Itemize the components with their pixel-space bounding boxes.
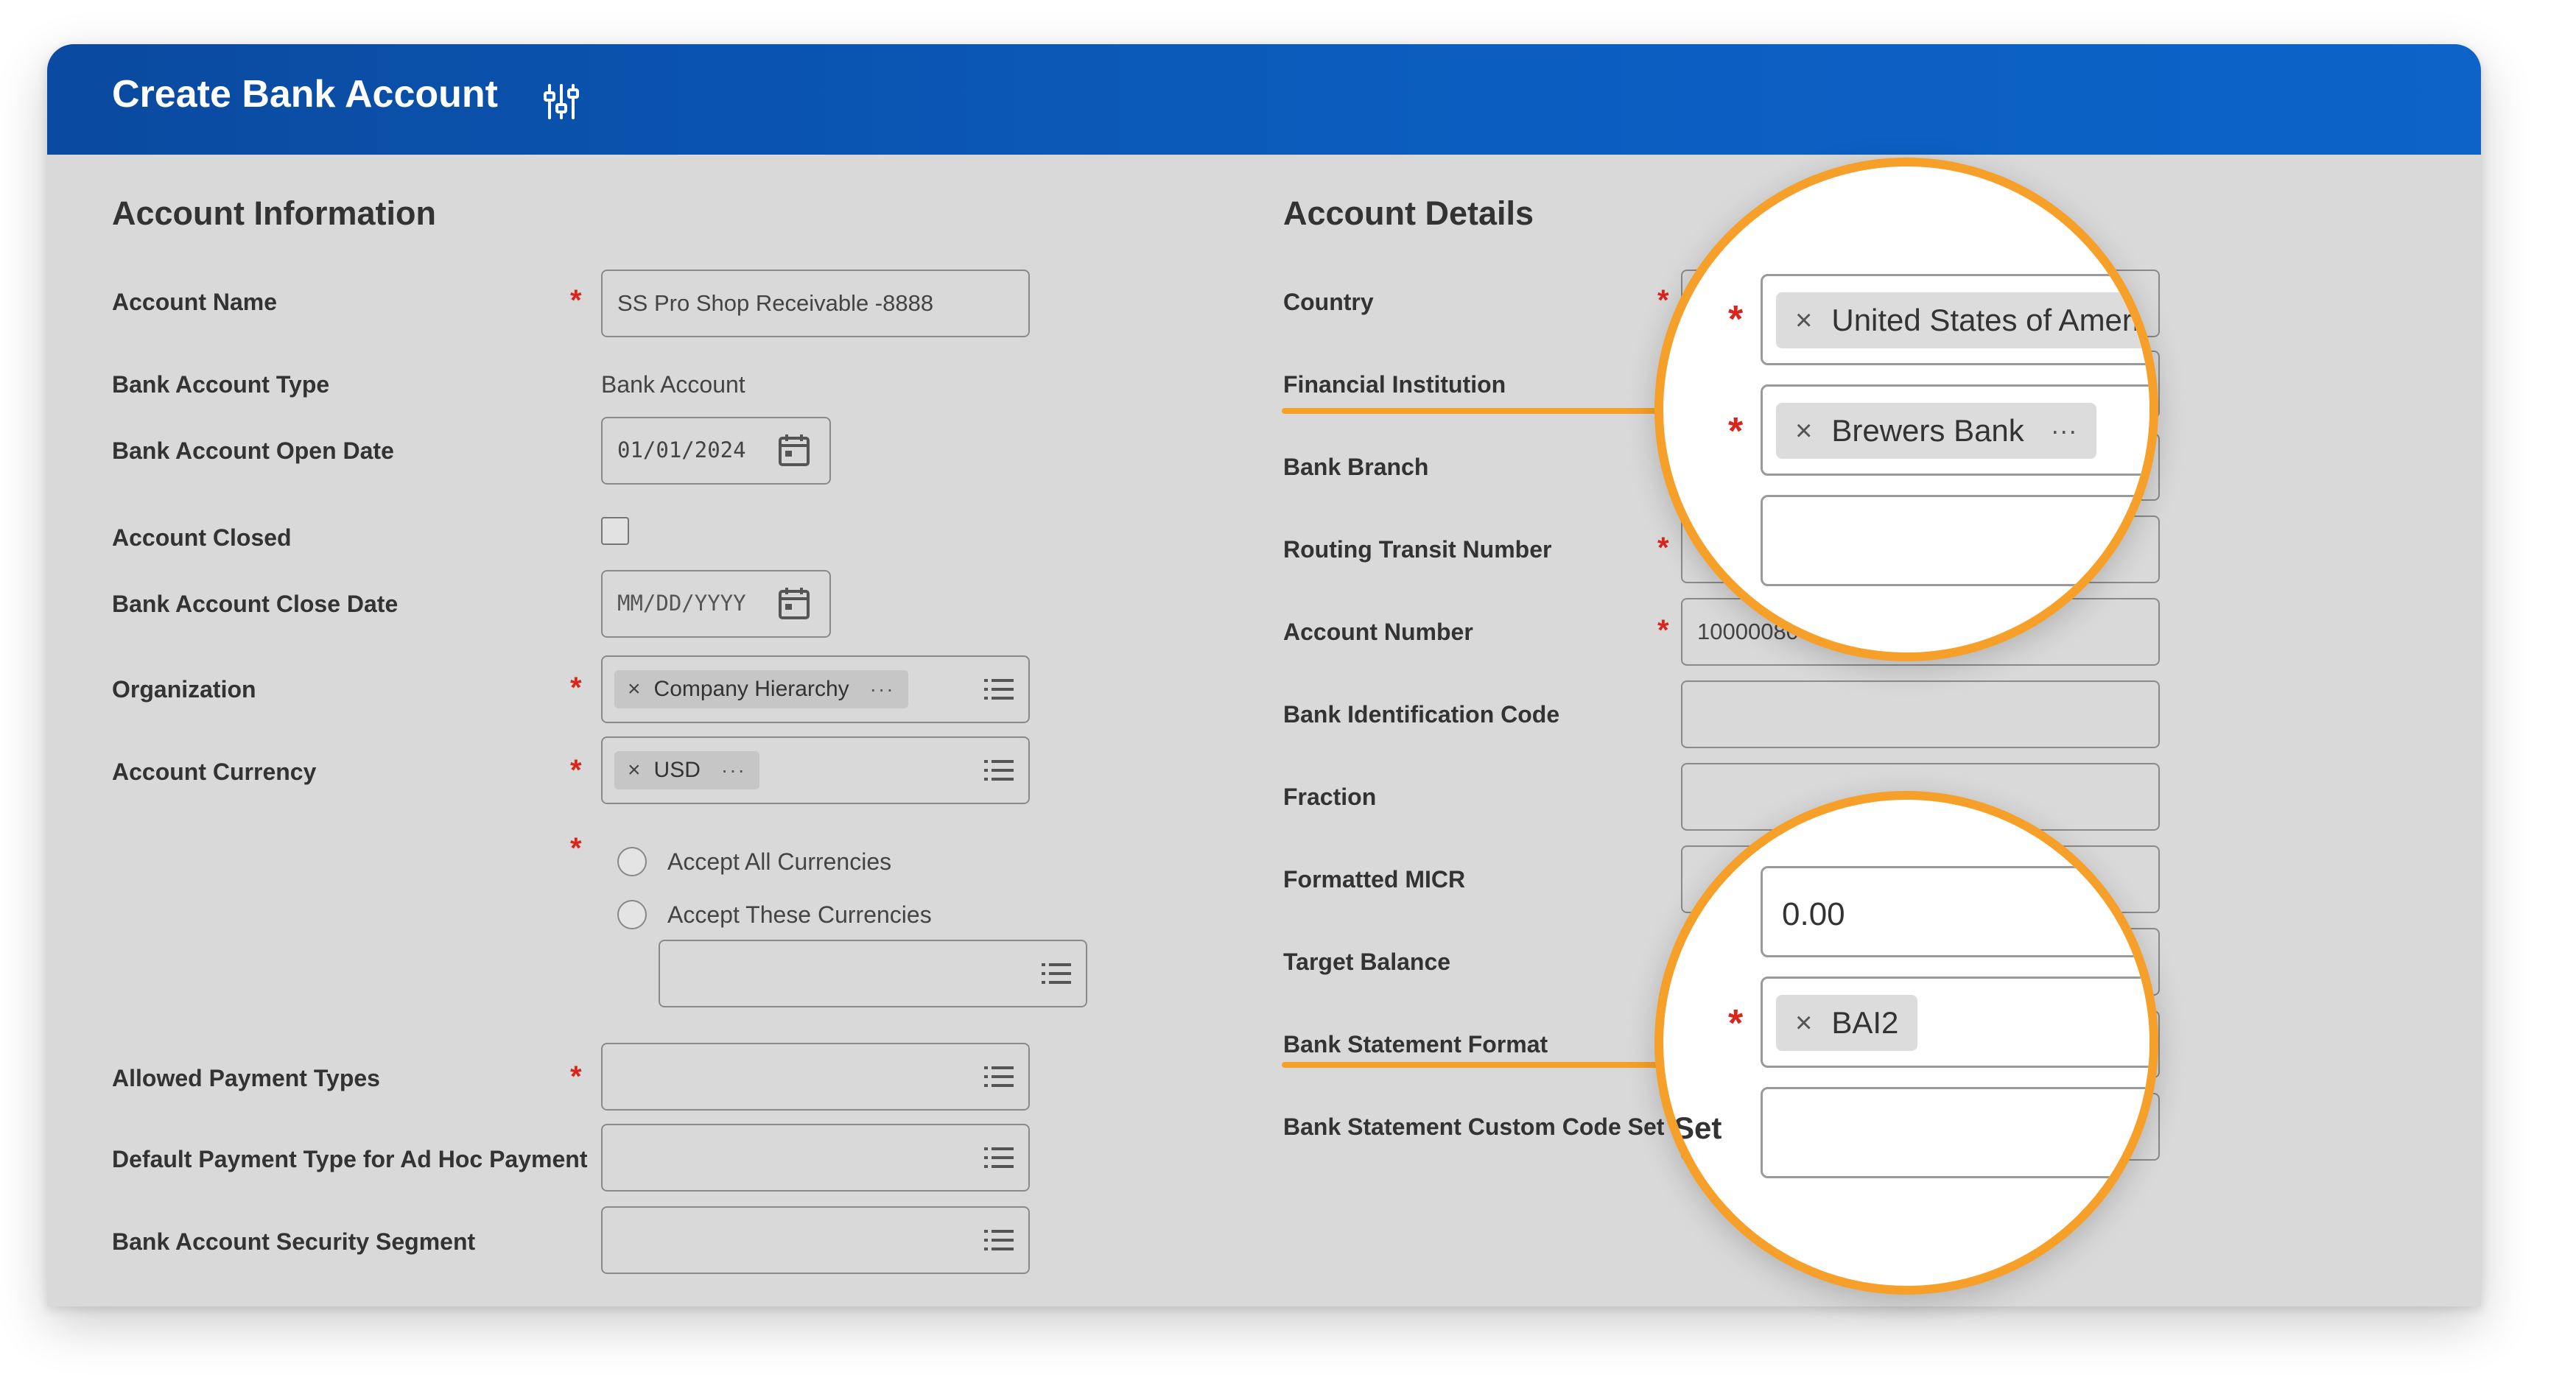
zoom-clipped-label: Set (1674, 1111, 1722, 1145)
security-segment-prompt[interactable] (601, 1206, 1030, 1274)
bank-account-type-value: Bank Account (601, 371, 745, 398)
list-icon[interactable] (984, 1065, 1014, 1088)
accept-these-currencies-prompt[interactable] (659, 940, 1087, 1007)
list-icon[interactable] (984, 1228, 1014, 1252)
zoom-bank-statement-format-prompt[interactable]: × BAI2 (1761, 977, 2149, 1068)
required-marker: * (570, 284, 582, 317)
organization-chip-label: Company Hierarchy (653, 677, 849, 701)
zoom-country-chip-label: United States of America (1831, 303, 2158, 337)
label-open-date: Bank Account Open Date (112, 437, 394, 464)
accept-these-currencies-radio[interactable] (617, 900, 647, 929)
label-default-payment-type: Default Payment Type for Ad Hoc Payment (112, 1146, 588, 1172)
zoom-institution-chip-label: Brewers Bank (1831, 413, 2024, 448)
list-icon[interactable] (984, 1146, 1014, 1169)
callout-line-financial-institution (1282, 408, 1665, 414)
callout-line-bank-statement-format (1282, 1062, 1665, 1068)
close-date-input[interactable]: MM/DD/YYYY (601, 570, 831, 638)
required-marker: * (1657, 614, 1669, 647)
allowed-payment-types-prompt[interactable] (601, 1043, 1030, 1111)
currency-chip[interactable]: × USD ··· (614, 751, 759, 789)
label-formatted-micr: Formatted MICR (1283, 866, 1466, 893)
required-marker: * (570, 754, 582, 787)
required-marker: * (570, 1060, 582, 1093)
accept-these-currencies-label: Accept These Currencies (667, 901, 932, 928)
remove-icon[interactable]: × (1795, 415, 1812, 448)
zoom-callout-bottom: Set 0.00 * × BAI2 (1654, 791, 2158, 1295)
label-bank-statement-format: Bank Statement Format (1283, 1031, 1548, 1058)
open-date-input[interactable]: 01/01/2024 (601, 417, 831, 485)
section-title-account-information: Account Information (112, 194, 436, 232)
list-icon[interactable] (1042, 962, 1071, 985)
account-name-input[interactable]: SS Pro Shop Receivable -8888 (601, 270, 1030, 337)
dialog-header: Create Bank Account (47, 44, 2481, 155)
more-icon[interactable]: ··· (721, 759, 746, 782)
label-country: Country (1283, 289, 1374, 315)
sliders-icon[interactable] (544, 82, 579, 121)
default-payment-type-prompt[interactable] (601, 1124, 1030, 1192)
label-bank-account-type: Bank Account Type (112, 371, 330, 398)
label-account-closed: Account Closed (112, 524, 292, 551)
remove-icon[interactable]: × (1795, 304, 1812, 337)
zoom-country-chip[interactable]: × United States of America (1776, 292, 2158, 348)
label-account-currency: Account Currency (112, 759, 317, 785)
label-bank-statement-custom-code-set: Bank Statement Custom Code Set (1283, 1113, 1665, 1140)
label-allowed-payment-types: Allowed Payment Types (112, 1065, 380, 1091)
label-close-date: Bank Account Close Date (112, 591, 399, 617)
account-currency-prompt[interactable]: × USD ··· (601, 736, 1030, 804)
organization-chip[interactable]: × Company Hierarchy ··· (614, 670, 908, 708)
required-marker: * (1728, 410, 1744, 453)
section-title-account-details: Account Details (1283, 194, 1534, 232)
label-routing-transit-number: Routing Transit Number (1283, 536, 1552, 563)
calendar-icon[interactable] (778, 586, 810, 620)
accept-all-currencies-radio[interactable] (617, 847, 647, 876)
account-name-value: SS Pro Shop Receivable -8888 (617, 290, 934, 316)
more-icon[interactable]: ··· (870, 678, 895, 701)
accept-all-currencies-label: Accept All Currencies (667, 848, 892, 875)
zoom-format-chip-label: BAI2 (1831, 1005, 1899, 1040)
label-fraction: Fraction (1283, 784, 1377, 810)
zoom-target-balance-input[interactable]: 0.00 (1761, 866, 2149, 957)
zoom-custom-code-set-prompt[interactable] (1761, 1087, 2149, 1178)
organization-prompt[interactable]: × Company Hierarchy ··· (601, 655, 1030, 723)
required-marker: * (570, 832, 582, 865)
open-date-value: 01/01/2024 (617, 437, 746, 462)
account-closed-checkbox[interactable] (601, 517, 629, 545)
zoom-callout-top: * × United States of America * × Brewers… (1654, 158, 2158, 661)
required-marker: * (1657, 284, 1669, 317)
label-account-name: Account Name (112, 289, 278, 315)
list-icon[interactable] (984, 678, 1014, 701)
zoom-target-balance-value: 0.00 (1782, 896, 1845, 932)
label-security-segment: Bank Account Security Segment (112, 1228, 476, 1255)
calendar-icon[interactable] (778, 433, 810, 467)
label-bank-identification-code: Bank Identification Code (1283, 701, 1560, 728)
required-marker: * (1728, 1002, 1744, 1045)
list-icon[interactable] (984, 759, 1014, 782)
label-financial-institution: Financial Institution (1283, 371, 1506, 398)
remove-icon[interactable]: × (628, 758, 641, 783)
bank-identification-code-input[interactable] (1681, 680, 2160, 748)
label-bank-branch: Bank Branch (1283, 454, 1429, 480)
remove-icon[interactable]: × (1795, 1007, 1812, 1040)
zoom-bank-branch-prompt[interactable] (1761, 495, 2149, 586)
dialog-title: Create Bank Account (112, 73, 498, 116)
required-marker: * (1657, 532, 1669, 564)
required-marker: * (1728, 298, 1744, 341)
close-date-placeholder: MM/DD/YYYY (617, 591, 746, 616)
zoom-financial-institution-prompt[interactable]: × Brewers Bank ··· (1761, 384, 2149, 476)
required-marker: * (570, 672, 582, 704)
label-account-number: Account Number (1283, 619, 1473, 645)
zoom-institution-chip[interactable]: × Brewers Bank ··· (1776, 403, 2096, 459)
more-icon[interactable]: ··· (2051, 415, 2077, 446)
zoom-country-prompt[interactable]: × United States of America (1761, 274, 2158, 365)
zoom-format-chip[interactable]: × BAI2 (1776, 995, 1918, 1051)
label-organization: Organization (112, 676, 256, 703)
currency-chip-label: USD (653, 758, 701, 782)
label-target-balance: Target Balance (1283, 949, 1451, 975)
remove-icon[interactable]: × (628, 677, 641, 702)
